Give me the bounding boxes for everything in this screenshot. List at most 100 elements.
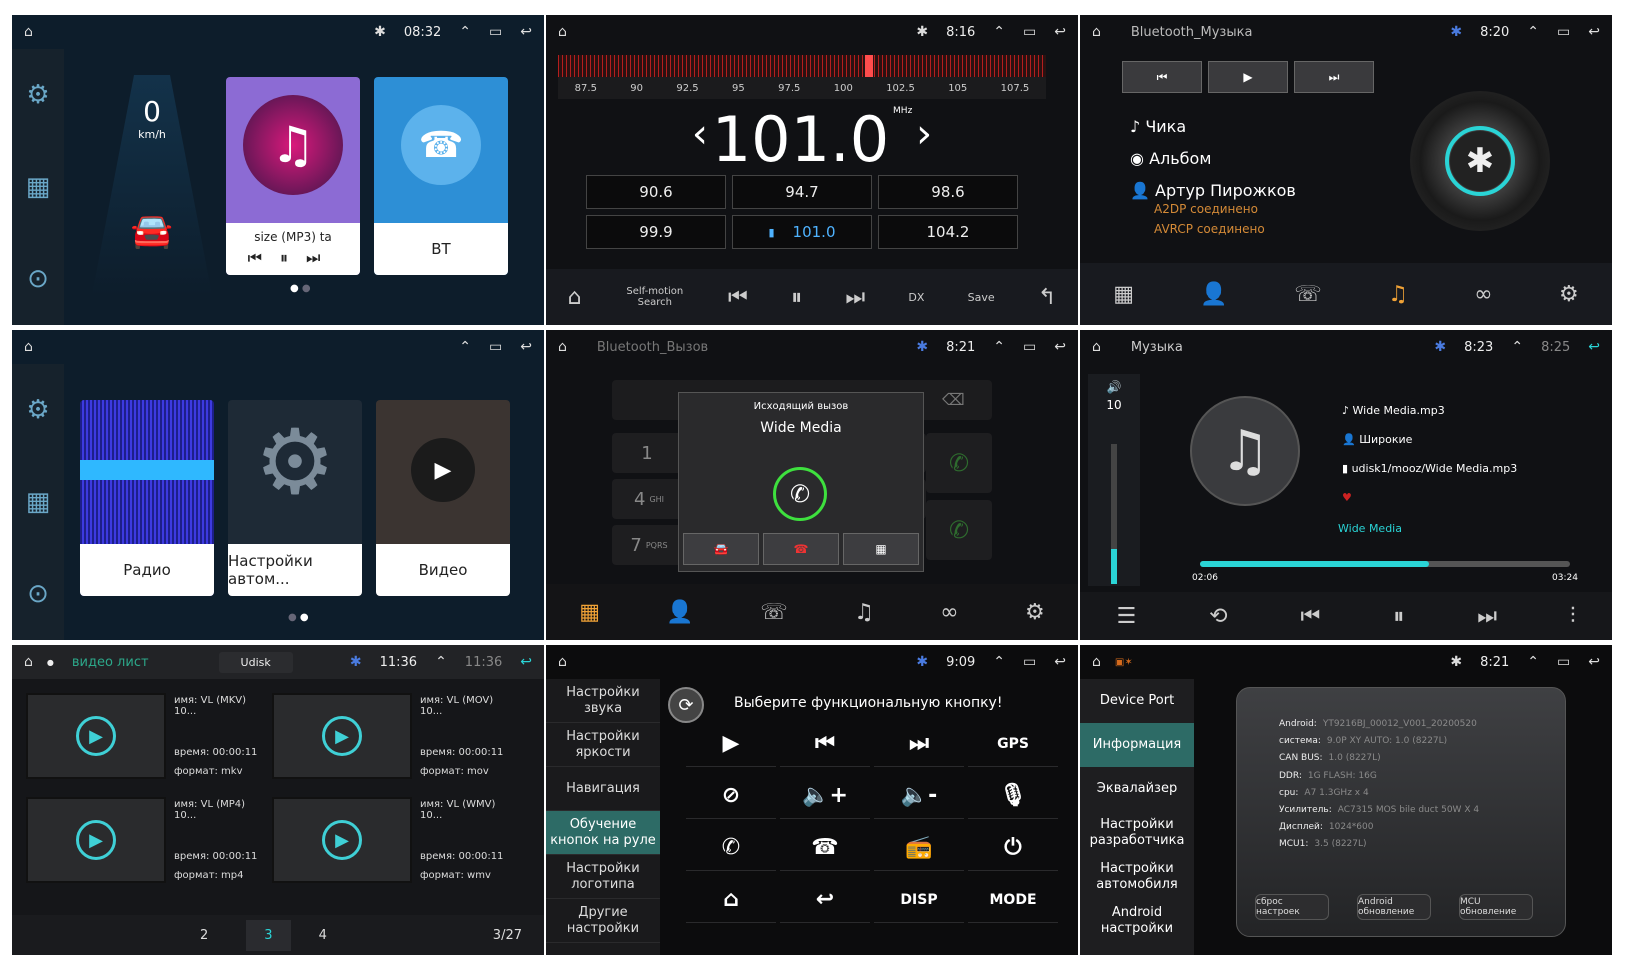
music-controls[interactable]: ⏮⏸⏭ [248, 248, 339, 268]
volume-down-icon[interactable]: 🔈- [874, 773, 964, 819]
link-icon[interactable]: ∞ [940, 600, 958, 625]
menu-item[interactable]: Android настройки [1080, 899, 1194, 943]
playlist-icon[interactable]: ☰ [1116, 604, 1136, 629]
menu-item[interactable]: Навигация [546, 767, 660, 811]
info-action-button[interactable]: сброс настроек [1255, 894, 1329, 920]
radio-icon[interactable]: 📻 [874, 825, 964, 871]
home-outline-icon[interactable]: ⌂ [24, 654, 33, 670]
backspace-icon[interactable]: ⌫ [942, 390, 965, 409]
heart-icon[interactable]: ♥ [1342, 483, 1517, 512]
expand-icon[interactable]: ⌃ [459, 24, 471, 40]
mode-button[interactable]: MODE [968, 877, 1058, 923]
page-2[interactable]: 2 [200, 928, 208, 943]
keypad-icon[interactable]: ▦ [1113, 282, 1134, 307]
power-icon[interactable]: ⏻ [968, 825, 1058, 871]
menu-item[interactable]: Другие настройки [546, 899, 660, 943]
expand-icon[interactable]: ⌃ [459, 339, 471, 355]
home-outline-icon[interactable]: ⌂ [1092, 654, 1101, 670]
video-item[interactable]: ▶ имя: VL (MP4) 10... время: 00:00:11 форма… [22, 793, 268, 891]
apps-grid-icon[interactable]: ▦ [26, 172, 51, 202]
menu-item[interactable]: Настройки звука [546, 679, 660, 723]
home-outline-icon[interactable]: ⌂ [24, 339, 33, 355]
expand-icon[interactable]: ⌃ [1527, 654, 1539, 670]
menu-item[interactable]: Настройки автомобиля [1080, 855, 1194, 899]
home-outline-icon[interactable]: ⌂ [558, 339, 567, 355]
pause-icon[interactable]: ⏸ [1393, 604, 1404, 629]
back-icon[interactable]: ↩ [1054, 339, 1066, 355]
navigation-icon[interactable]: ⊙ [27, 264, 49, 294]
menu-item[interactable]: Обучение кнопок на руле [546, 811, 660, 855]
back-icon[interactable]: ↩ [1054, 654, 1066, 670]
prev-icon[interactable]: ⏮ [1301, 604, 1321, 629]
music-icon[interactable]: ♫ [1388, 282, 1408, 307]
mic-icon[interactable]: 🎙 [968, 773, 1058, 819]
dial-button[interactable]: ✆ [926, 433, 992, 493]
music-icon[interactable]: ♫ [854, 600, 874, 625]
refresh-icon[interactable]: ⟳ [668, 687, 704, 723]
preset-button[interactable]: 104.2 [878, 215, 1018, 249]
settings-icon[interactable]: ⚙ [26, 395, 49, 425]
back-icon[interactable]: ↩ [520, 339, 532, 355]
dx-button[interactable]: DX [908, 291, 924, 304]
recent-apps-icon[interactable]: ▭ [1023, 654, 1036, 670]
info-action-button[interactable]: Android обновление [1357, 894, 1431, 920]
menu-item[interactable]: Настройки разработчика [1080, 811, 1194, 855]
keypad-key[interactable]: 4 GHI [612, 479, 686, 519]
recent-apps-icon[interactable]: ▭ [489, 24, 502, 40]
car-audio-button[interactable]: 🚘 [683, 533, 759, 565]
preset-button[interactable]: 94.7 [732, 175, 872, 209]
recent-apps-icon[interactable]: ▭ [489, 339, 502, 355]
settings-icon[interactable]: ⚙ [26, 80, 49, 110]
recent-apps-icon[interactable]: ▭ [1557, 24, 1570, 40]
repeat-icon[interactable]: ⟲ [1209, 604, 1227, 629]
menu-item[interactable]: Device Port [1080, 679, 1194, 723]
next-icon[interactable]: ⏭ [874, 721, 964, 767]
frequency-scale[interactable]: 87.5 90 92.5 95 97.5 100 102.5 105 107.5 [558, 55, 1046, 99]
prev-icon[interactable]: ⏮ [728, 285, 748, 310]
next-icon[interactable]: ⏭ [845, 285, 865, 310]
expand-icon[interactable]: ⌃ [435, 654, 447, 670]
volume-up-icon[interactable]: 🔈+ [780, 773, 870, 819]
video-item[interactable]: ▶ имя: VL (WMV) 10... время: 00:00:11 форма… [268, 793, 514, 891]
call-log-icon[interactable]: ☏ [760, 600, 788, 625]
expand-icon[interactable]: ⌃ [1511, 339, 1523, 355]
video-item[interactable]: ▶ имя: VL (MKV) 10... время: 00:00:11 форма… [22, 689, 268, 787]
home-icon[interactable]: ⌂ [686, 877, 776, 923]
page-3[interactable]: 3 [246, 919, 291, 951]
keypad-button[interactable]: ▦ [843, 533, 919, 565]
speaker-icon[interactable]: 🔊 [1088, 380, 1140, 394]
mute-icon[interactable]: ⊘ [686, 773, 776, 819]
apps-grid-icon[interactable]: ▦ [26, 487, 51, 517]
menu-item[interactable]: Эквалайзер [1080, 767, 1194, 811]
menu-item[interactable]: Настройки логотипа [546, 855, 660, 899]
link-icon[interactable]: ∞ [1474, 282, 1492, 307]
expand-icon[interactable]: ⌃ [993, 654, 1005, 670]
disp-button[interactable]: DISP [874, 877, 964, 923]
preset-button[interactable]: ▮ 101.0 [732, 215, 872, 249]
hangup-button[interactable]: ☎ [763, 533, 839, 565]
contacts-icon[interactable]: 👤 [1200, 282, 1227, 307]
music-card[interactable]: ♫ size (MP3) ta ⏮⏸⏭ [226, 77, 360, 275]
video-item[interactable]: ▶ имя: VL (MOV) 10... время: 00:00:11 форма… [268, 689, 514, 787]
chevron-right-icon[interactable]: › [916, 111, 932, 157]
save-button[interactable]: Save [968, 291, 995, 304]
next-button[interactable]: ⏭ [1294, 61, 1374, 93]
home-icon[interactable]: ⌂ [568, 285, 582, 310]
home-outline-icon[interactable]: ⌂ [1092, 339, 1101, 355]
radio-card[interactable]: Радио [80, 400, 214, 596]
back-icon[interactable]: ↩ [1588, 339, 1600, 355]
settings-icon[interactable]: ⚙ [1025, 600, 1045, 625]
home-outline-icon[interactable]: ⌂ [558, 654, 567, 670]
phone-icon[interactable]: ✆ [686, 825, 776, 871]
source-tab[interactable]: Udisk [218, 651, 293, 673]
recent-apps-icon[interactable]: ▭ [1557, 654, 1570, 670]
expand-icon[interactable]: ⌃ [993, 339, 1005, 355]
page-4[interactable]: 4 [319, 928, 327, 943]
keypad-icon[interactable]: ▦ [579, 600, 600, 625]
video-card[interactable]: ▶ Видео [376, 400, 510, 596]
search-button[interactable]: Self-motion Search [625, 286, 685, 308]
back-icon[interactable]: ↩ [1588, 654, 1600, 670]
keypad-key[interactable]: 1 [612, 433, 686, 473]
keypad-key[interactable]: 7 PQRS [612, 525, 686, 565]
expand-icon[interactable]: ⌃ [1527, 24, 1539, 40]
